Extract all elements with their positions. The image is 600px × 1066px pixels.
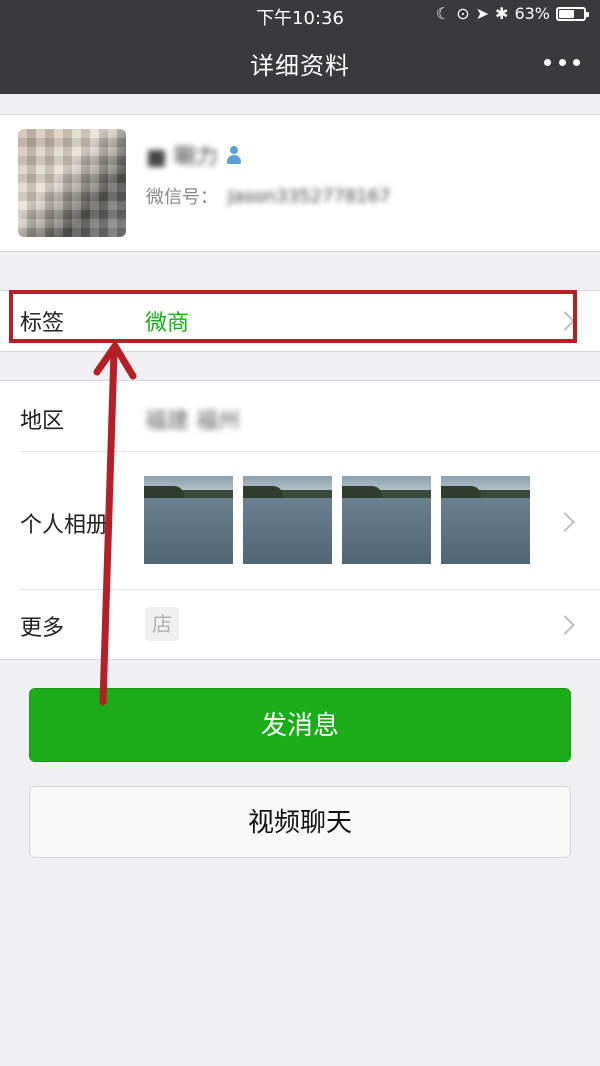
- arrow-shaft: [99, 348, 118, 706]
- annotation-arrow: [93, 342, 137, 706]
